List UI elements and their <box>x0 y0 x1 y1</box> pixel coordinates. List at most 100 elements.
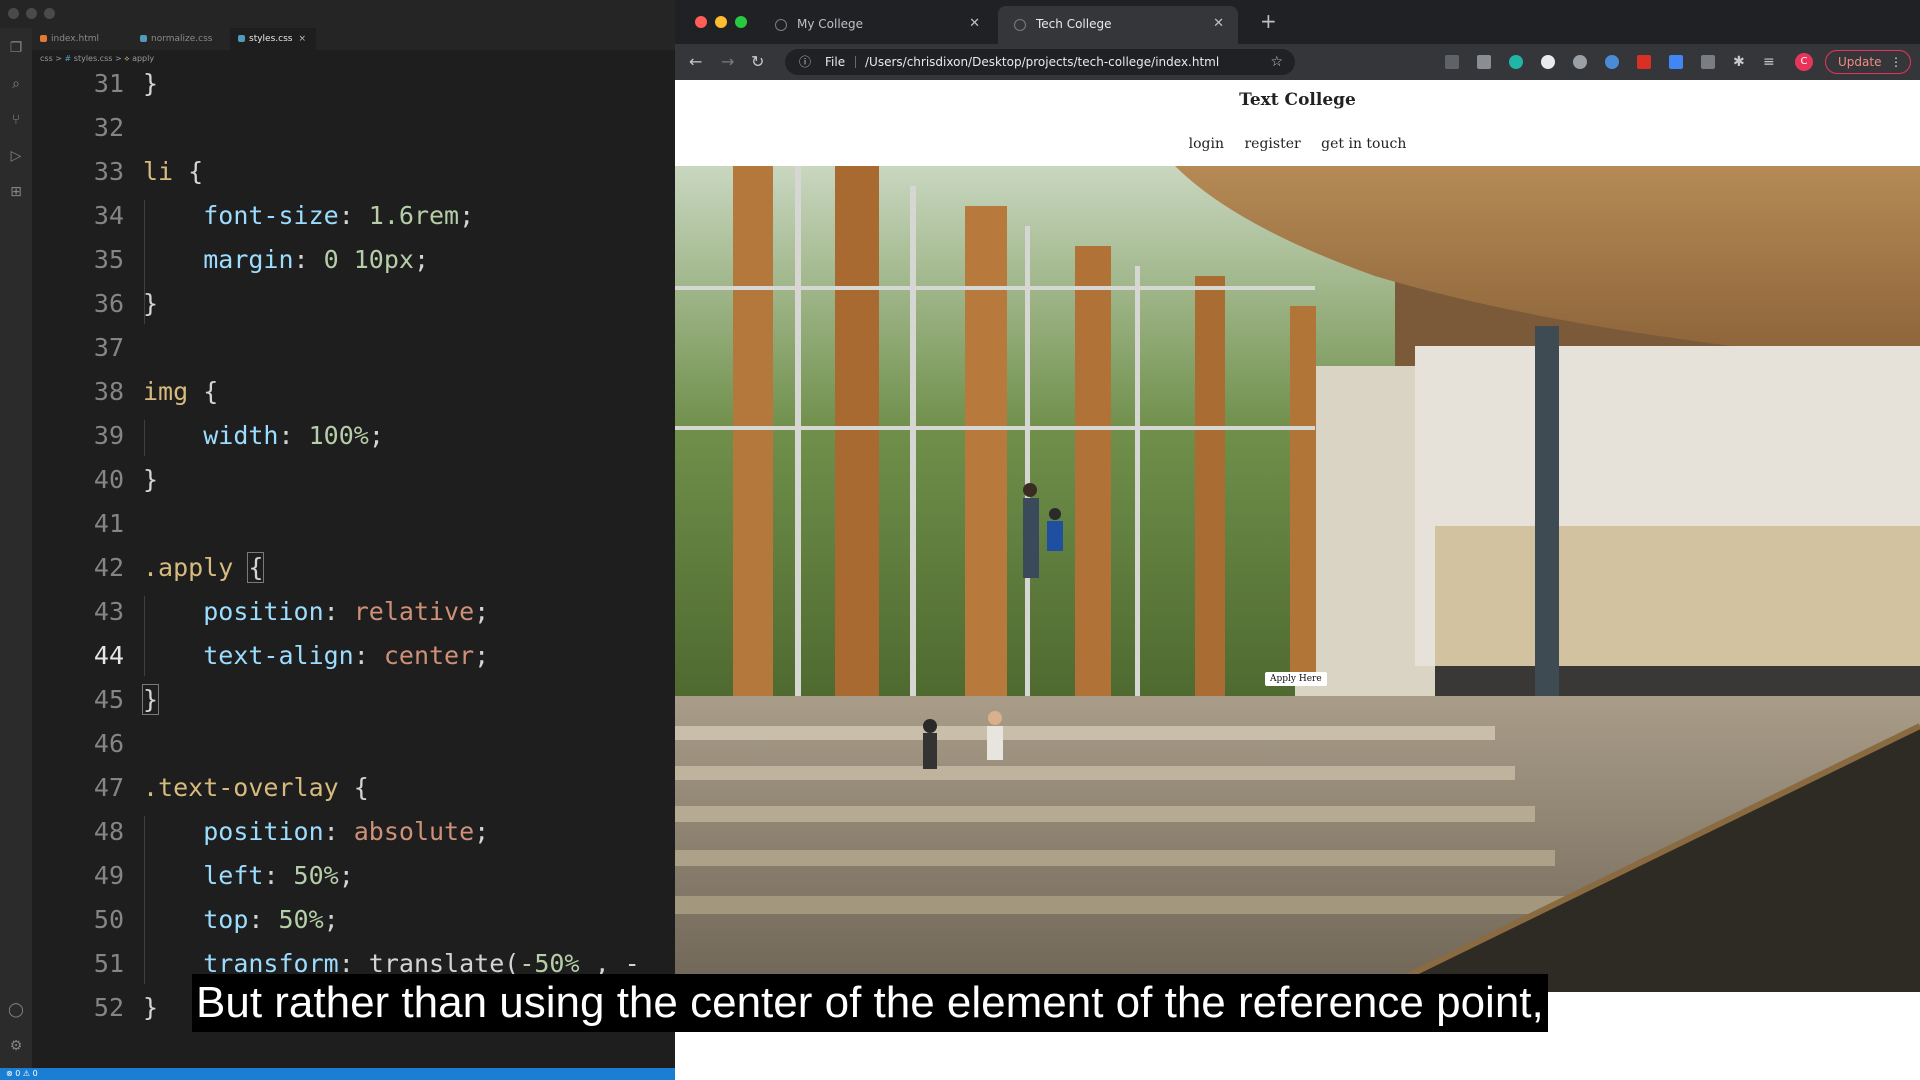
reading-list-icon[interactable]: ≡ <box>1763 50 1775 74</box>
red-extension-icon[interactable] <box>1637 55 1651 69</box>
code-token: } <box>143 993 159 1022</box>
code-line[interactable]: 43 position: relative; <box>0 590 675 634</box>
code-text: } <box>141 678 160 722</box>
apply-here-button[interactable]: Apply Here <box>1265 672 1327 686</box>
line-number: 47 <box>93 773 124 802</box>
reload-icon[interactable]: ↻ <box>751 50 764 74</box>
code-line[interactable]: 47 .text-overlay { <box>0 766 675 810</box>
info-icon[interactable]: ⓘ <box>799 49 811 75</box>
explorer-icon[interactable]: ❐ <box>8 40 24 56</box>
code-token: width <box>203 421 279 450</box>
line-number: 44 <box>93 641 124 670</box>
code-line[interactable]: 42 .apply { <box>0 546 675 590</box>
line-number: 49 <box>93 861 124 890</box>
maximize-window-button[interactable] <box>735 16 747 28</box>
vue-extension-icon[interactable] <box>1477 55 1491 69</box>
line-number: 37 <box>93 333 124 362</box>
back-icon[interactable]: ← <box>689 50 702 74</box>
line-number: 40 <box>93 465 124 494</box>
code-token: font-size <box>203 201 339 230</box>
grammar-extension-icon[interactable] <box>1509 55 1523 69</box>
code-token: left <box>203 861 264 890</box>
pen-extension-icon[interactable] <box>1445 55 1459 69</box>
update-button[interactable]: Update ⋮ <box>1825 50 1911 74</box>
minimize-window-button[interactable] <box>715 16 727 28</box>
doc-extension-icon[interactable] <box>1701 55 1715 69</box>
code-token: ; <box>474 641 490 670</box>
code-line[interactable]: 49 left: 50%; <box>0 854 675 898</box>
kebab-menu-icon[interactable]: ⋮ <box>1890 51 1902 73</box>
code-text: } <box>143 986 158 1030</box>
close-window-button[interactable] <box>695 16 707 28</box>
editor-tab-index-html[interactable]: index.html <box>32 28 132 50</box>
close-window-button[interactable] <box>8 8 19 19</box>
line-number: 42 <box>93 553 124 582</box>
code-text: } <box>143 62 158 106</box>
status-indicators[interactable]: ⊗ 0 ⚠ 0 <box>6 1068 38 1080</box>
nav-link-register[interactable]: register <box>1244 136 1300 152</box>
puzzle-extensions-icon[interactable]: ✱ <box>1733 50 1745 74</box>
gear-extension-icon[interactable] <box>1573 55 1587 69</box>
bookmark-star-icon[interactable]: ☆ <box>1270 49 1283 75</box>
face-extension-icon[interactable] <box>1541 55 1555 69</box>
code-line[interactable]: 33 li { <box>0 150 675 194</box>
code-token: ; <box>323 905 339 934</box>
subtitle-caption: But rather than using the center of the … <box>192 974 1548 1032</box>
nav-link-get-in-touch[interactable]: get in touch <box>1321 136 1406 152</box>
code-token: : <box>323 817 354 846</box>
code-line[interactable]: 31} <box>0 62 675 106</box>
code-line[interactable]: 36} <box>0 282 675 326</box>
code-token: : <box>338 201 369 230</box>
editor-tab-styles-css[interactable]: styles.css × <box>230 28 316 50</box>
code-token: { <box>338 773 369 802</box>
editor-titlebar <box>0 0 675 28</box>
code-token: absolute <box>353 817 475 846</box>
line-number: 48 <box>93 817 124 846</box>
code-line[interactable]: 45} <box>0 678 675 722</box>
code-line[interactable]: 39 width: 100%; <box>0 414 675 458</box>
code-line[interactable]: 37 <box>0 326 675 370</box>
code-token: ; <box>459 201 475 230</box>
blue-extension-icon[interactable] <box>1669 55 1683 69</box>
code-token: 50% <box>278 905 324 934</box>
code-line[interactable]: 38 img { <box>0 370 675 414</box>
code-line[interactable]: 40} <box>0 458 675 502</box>
line-number: 41 <box>93 509 124 538</box>
code-line[interactable]: 48 position: absolute; <box>0 810 675 854</box>
code-line[interactable]: 41 <box>0 502 675 546</box>
code-token: .text-overlay <box>143 773 339 802</box>
line-number: 50 <box>93 905 124 934</box>
line-number: 38 <box>93 377 124 406</box>
code-line[interactable]: 46 <box>0 722 675 766</box>
code-line[interactable]: 50 top: 50%; <box>0 898 675 942</box>
browser-tab-my-college[interactable]: My College ✕ <box>759 6 994 44</box>
close-tab-icon[interactable]: ✕ <box>1213 6 1224 42</box>
url-text[interactable]: /Users/chrisdixon/Desktop/projects/tech-… <box>865 49 1219 75</box>
download-extension-icon[interactable] <box>1605 55 1619 69</box>
code-line[interactable]: 35 margin: 0 10px; <box>0 238 675 282</box>
close-tab-icon[interactable]: × <box>298 34 306 44</box>
avatar[interactable]: C <box>1795 53 1813 71</box>
code-token: : <box>278 421 309 450</box>
site-nav: login register get in touch <box>675 136 1920 152</box>
code-token: 1.6rem <box>368 201 460 230</box>
nav-link-login[interactable]: login <box>1189 136 1224 152</box>
code-line[interactable]: 32 <box>0 106 675 150</box>
new-tab-button[interactable]: + <box>1260 9 1277 33</box>
browser-tab-tech-college[interactable]: Tech College ✕ <box>998 6 1238 44</box>
address-bar[interactable]: ⓘ File /Users/chrisdixon/Desktop/project… <box>785 49 1295 75</box>
line-number: 46 <box>93 729 124 758</box>
forward-icon[interactable]: → <box>721 50 734 74</box>
settings-gear-icon[interactable]: ⚙ <box>8 1038 24 1054</box>
editor-tab-normalize-css[interactable]: normalize.css <box>132 28 242 50</box>
code-token: } <box>143 69 159 98</box>
maximize-window-button[interactable] <box>44 8 55 19</box>
code-text: position: absolute; <box>143 810 489 854</box>
minimize-window-button[interactable] <box>26 8 37 19</box>
code-line[interactable]: 44 text-align: center; <box>0 634 675 678</box>
close-tab-icon[interactable]: ✕ <box>969 6 980 42</box>
code-line[interactable]: 34 font-size: 1.6rem; <box>0 194 675 238</box>
